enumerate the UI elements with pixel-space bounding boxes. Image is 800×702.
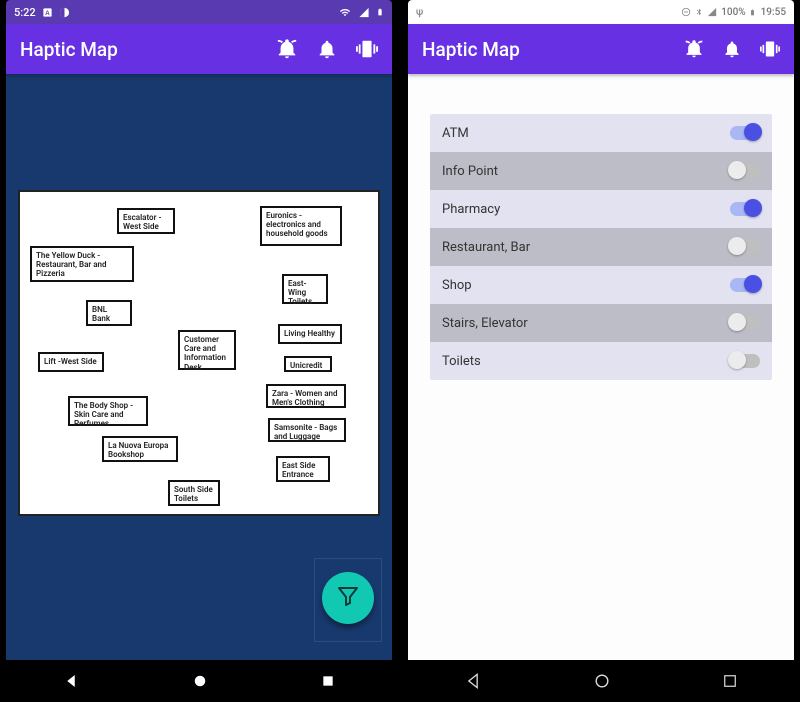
floor-map[interactable]: Escalator - West Side Euronics - electron… <box>18 190 380 516</box>
map-screen: Escalator - West Side Euronics - electron… <box>6 74 392 660</box>
bt-icon <box>695 7 703 17</box>
room-zara[interactable]: Zara - Women and Men's Clothing <box>266 384 346 408</box>
filter-row-pharmacy[interactable]: Pharmacy <box>430 190 772 228</box>
filter-row-restaurant-bar[interactable]: Restaurant, Bar <box>430 228 772 266</box>
filter-label: Toilets <box>442 354 730 369</box>
filter-label: Shop <box>442 278 730 293</box>
filter-row-toilets[interactable]: Toilets <box>430 342 772 380</box>
room-samsonite[interactable]: Samsonite - Bags and Luggage <box>268 418 346 442</box>
nav-recent-button[interactable] <box>721 672 739 690</box>
battery-percent: 100% <box>721 7 745 18</box>
filter-switch[interactable] <box>730 164 760 178</box>
status-bar-left: 5:22 A <box>6 0 392 24</box>
bell-ring-icon[interactable] <box>684 39 704 59</box>
filter-switch[interactable] <box>730 126 760 140</box>
room-east-toilets[interactable]: East-Wing Toilets <box>282 274 328 304</box>
room-living-healthy[interactable]: Living Healthy <box>278 324 342 344</box>
usb-icon: ψ <box>416 7 423 18</box>
vibrate-icon[interactable] <box>760 39 780 59</box>
status-time: 19:55 <box>761 7 786 18</box>
filter-fab[interactable] <box>322 572 374 624</box>
filter-switch[interactable] <box>730 240 760 254</box>
nav-recent-button[interactable] <box>320 673 336 689</box>
filter-switch[interactable] <box>730 278 760 292</box>
room-nuova-europa[interactable]: La Nuova Europa Bookshop <box>102 436 178 462</box>
room-body-shop[interactable]: The Body Shop - Skin Care and Perfumes <box>68 396 148 426</box>
battery-icon <box>749 7 756 18</box>
wifi-icon <box>338 7 352 18</box>
room-lift-west[interactable]: Lift -West Side <box>38 352 104 372</box>
room-unicredit[interactable]: Unicredit <box>284 356 332 372</box>
signal-icon <box>358 7 370 18</box>
status-app-icon-1: A <box>42 7 53 18</box>
funnel-icon <box>336 584 360 612</box>
room-euronics[interactable]: Euronics - electronics and household goo… <box>260 206 342 246</box>
battery-icon <box>376 6 384 18</box>
status-app-icon-2 <box>59 7 70 18</box>
app-bar-left: Haptic Map <box>6 24 392 74</box>
room-customer-care[interactable]: Customer Care and Information Desk <box>178 330 236 370</box>
nav-home-button[interactable] <box>592 671 612 691</box>
bell-icon[interactable] <box>722 39 742 59</box>
filter-label: ATM <box>442 126 730 141</box>
status-time: 5:22 <box>14 6 36 19</box>
app-bar-right: Haptic Map <box>408 24 794 74</box>
svg-text:A: A <box>45 9 50 16</box>
dnd-icon <box>681 7 691 17</box>
filter-label: Restaurant, Bar <box>442 240 730 255</box>
nav-bar-left <box>6 660 392 702</box>
filter-switch[interactable] <box>730 354 760 368</box>
filter-label: Info Point <box>442 164 730 179</box>
phone-right-frame: ψ 100% 19:55 Haptic Map <box>408 0 794 702</box>
bell-ring-icon[interactable] <box>276 38 298 60</box>
room-east-entrance[interactable]: East Side Entrance <box>276 456 330 482</box>
vibrate-icon[interactable] <box>356 38 378 60</box>
filter-switch[interactable] <box>730 202 760 216</box>
nav-home-button[interactable] <box>191 672 209 690</box>
filter-screen: ATM Info Point Pharmacy Restaurant, Bar Shop… <box>408 74 794 660</box>
filter-row-stairs-elevator[interactable]: Stairs, Elevator <box>430 304 772 342</box>
status-bar-right: ψ 100% 19:55 <box>408 0 794 24</box>
filter-switch[interactable] <box>730 316 760 330</box>
nav-bar-right <box>408 660 794 702</box>
filter-label: Stairs, Elevator <box>442 316 730 331</box>
phone-left-frame: 5:22 A Haptic Map <box>6 0 392 702</box>
app-title: Haptic Map <box>422 38 684 61</box>
filter-list: ATM Info Point Pharmacy Restaurant, Bar Shop… <box>430 114 772 380</box>
bell-icon[interactable] <box>316 38 338 60</box>
filter-row-atm[interactable]: ATM <box>430 114 772 152</box>
room-yellow-duck[interactable]: The Yellow Duck - Restaurant, Bar and Pi… <box>30 246 134 282</box>
filter-row-shop[interactable]: Shop <box>430 266 772 304</box>
app-title: Haptic Map <box>20 38 276 61</box>
filter-label: Pharmacy <box>442 202 730 217</box>
room-escalator-west[interactable]: Escalator - West Side <box>117 208 175 234</box>
filter-row-info-point[interactable]: Info Point <box>430 152 772 190</box>
nav-back-button[interactable] <box>463 671 483 691</box>
room-south-toilets[interactable]: South Side Toilets <box>168 480 220 506</box>
signal-icon <box>707 7 717 17</box>
nav-back-button[interactable] <box>62 672 80 690</box>
room-bnl[interactable]: BNL Bank <box>86 300 132 326</box>
